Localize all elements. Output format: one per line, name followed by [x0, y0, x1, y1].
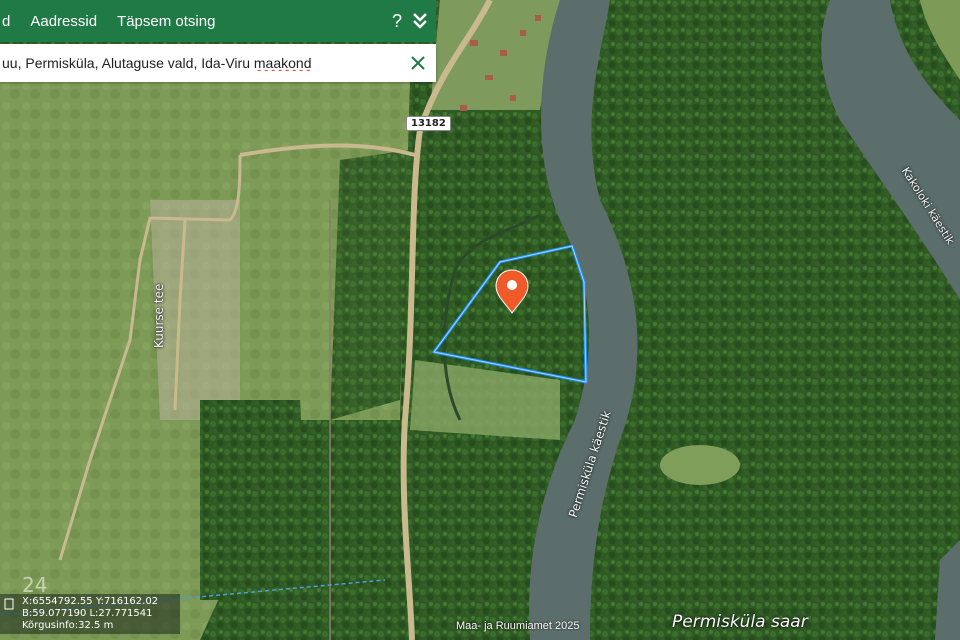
search-value[interactable]: uu, Permisküla, Alutaguse vald, Ida-Viru…: [0, 55, 410, 71]
road-number-label: 13182: [406, 116, 451, 131]
close-icon[interactable]: [410, 55, 426, 71]
tab-advanced-search[interactable]: Täpsem otsing: [107, 13, 225, 30]
forest-patch-3: [420, 130, 540, 260]
search-value-text: uu, Permisküla, Alutaguse vald, Ida-Viru: [2, 55, 254, 71]
coord-bl: B:59.077190 L:27.771541: [22, 608, 153, 619]
coord-xy: X:6554792.55 Y:716162.02: [22, 596, 159, 607]
satellite-map[interactable]: [0, 0, 960, 640]
search-value-underlined: maakond: [253, 55, 312, 71]
forest-patch: [200, 400, 310, 600]
tab-partial[interactable]: d: [0, 13, 20, 30]
island-clearing: [660, 445, 740, 485]
forest-patch-2: [330, 150, 410, 420]
street-label: Kuurse tee: [152, 283, 166, 348]
help-icon[interactable]: ?: [392, 11, 402, 32]
search-toolbar: d Aadressid Täpsem otsing ?: [0, 0, 436, 42]
search-input[interactable]: uu, Permisküla, Alutaguse vald, Ida-Viru…: [0, 44, 436, 82]
chevron-double-down-icon[interactable]: [412, 11, 428, 31]
island-label: Permisküla saar: [672, 612, 808, 632]
coord-height: Kõrgusinfo:32.5 m: [22, 620, 114, 631]
tab-addresses[interactable]: Aadressid: [20, 13, 107, 30]
coordinates-icon: [4, 598, 14, 610]
coordinates-panel: X:6554792.55 Y:716162.02 B:59.077190 L:2…: [0, 594, 180, 634]
copyright: Maa- ja Ruumiamet 2025: [456, 620, 580, 632]
toolbar-actions: ?: [392, 11, 436, 32]
